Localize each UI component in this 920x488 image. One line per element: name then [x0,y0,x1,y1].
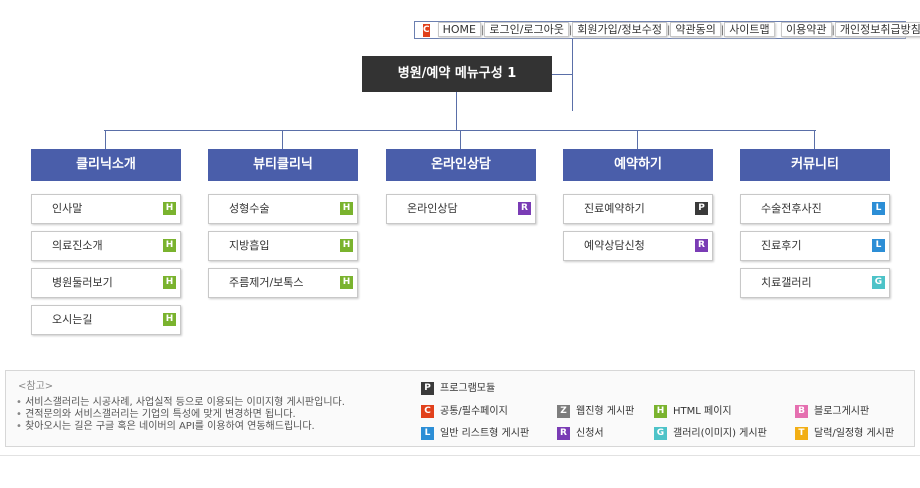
menu-item[interactable]: 수술전후사진 L [740,194,890,224]
legend-badge: H [654,404,667,418]
page-type-badge: H [163,276,176,289]
top-nav-link[interactable]: 약관동의 [670,21,721,37]
menu-item-label: 주름제거/보톡스 [229,276,304,289]
legend-badge: G [654,426,667,440]
common-page-badge: C [423,23,430,37]
connector-line [456,92,457,130]
menu-item[interactable]: 지방흡입 H [208,231,358,261]
menu-item[interactable]: 진료예약하기 P [563,194,713,224]
page-type-badge: P [695,202,708,215]
page-type-badge: L [872,239,885,252]
menu-item-label: 오시는길 [52,313,93,326]
legend-badge: L [421,426,434,440]
menu-item[interactable]: 인사말 H [31,194,181,224]
category-header[interactable]: 예약하기 [563,149,713,181]
category-header[interactable]: 온라인상담 [386,149,536,181]
legend-label: 신청서 [576,428,604,439]
menu-item[interactable]: 온라인상담 R [386,194,536,224]
notes-heading: <참고> [18,381,54,392]
category-header[interactable]: 클리닉소개 [31,149,181,181]
menu-item[interactable]: 병원둘러보기 H [31,268,181,298]
menu-item-label: 수술전후사진 [761,202,822,215]
connector-line [552,74,572,75]
legend-label: 일반 리스트형 게시판 [440,428,530,439]
menu-item-label: 성형수술 [229,202,270,215]
connector-line [105,130,106,149]
top-nav-link[interactable]: HOME [437,21,481,37]
page-type-badge: G [872,276,885,289]
notes-list: 서비스갤러리는 시공사례, 사업실적 등으로 이용되는 이미지형 게시판입니다.… [16,397,345,433]
top-nav-link[interactable]: 이용약관 [781,21,832,37]
menu-item[interactable]: 오시는길 H [31,305,181,335]
menu-item[interactable]: 성형수술 H [208,194,358,224]
note-line: 견적문의와 서비스갤러리는 기업의 특성에 맞게 변경하면 됩니다. [16,409,345,421]
page-type-badge: L [872,202,885,215]
legend-label: 갤러리(이미지) 게시판 [673,428,767,439]
category-header[interactable]: 뷰티클리닉 [208,149,358,181]
legend-label: HTML 페이지 [673,406,732,417]
top-nav-link[interactable]: 개인정보취급방침 [834,21,920,37]
page-type-badge: H [340,276,353,289]
menu-item-label: 치료갤러리 [761,276,812,289]
legend-badge: P [421,381,434,395]
top-nav-link[interactable]: 사이트맵 [724,21,775,37]
legend-badge: Z [557,404,570,418]
menu-item[interactable]: 의료진소개 H [31,231,181,261]
legend-label: 공통/필수페이지 [440,406,508,417]
legend-label: 프로그램모듈 [440,383,496,394]
menu-item[interactable]: 치료갤러리 G [740,268,890,298]
top-nav-link[interactable]: 회원가입/정보수정 [572,21,667,37]
connector-line [814,130,815,149]
menu-item-label: 의료진소개 [52,239,103,252]
note-line: 서비스갤러리는 시공사례, 사업실적 등으로 이용되는 이미지형 게시판입니다. [16,397,345,409]
menu-item-label: 예약상담신청 [584,239,645,252]
page-type-badge: R [695,239,708,252]
legend-label: 달력/일정형 게시판 [814,428,895,439]
connector-line [637,130,638,149]
page-type-badge: H [163,239,176,252]
top-nav-link[interactable]: 로그인/로그아웃 [484,21,569,37]
page-type-badge: H [163,202,176,215]
divider [0,455,920,456]
menu-item-label: 지방흡입 [229,239,270,252]
legend-entry: H HTML 페이지 [654,402,732,418]
legend-badge: B [795,404,808,418]
legend-label: 블로그게시판 [814,406,870,417]
top-nav-bar: C HOME | 로그인/로그아웃 | 회원가입/정보수정 | 약관동의 | 사이트맵 이용약관… [414,21,920,39]
legend-entry: L 일반 리스트형 게시판 [421,424,529,440]
note-line: 찾아오시는 길은 구글 혹은 네이버의 API를 이용하여 연동해드립니다. [16,421,345,433]
legend-entry: C 공통/필수페이지 [421,402,508,418]
page-type-badge: H [340,202,353,215]
top-nav-links: HOME | 로그인/로그아웃 | 회원가입/정보수정 | 약관동의 | 사이트맵 이용약관 | 개… [437,21,920,40]
category-header[interactable]: 커뮤니티 [740,149,890,181]
page-type-badge: R [518,202,531,215]
connector-line [572,39,573,111]
page-type-badge: H [340,239,353,252]
legend-entry: B 블로그게시판 [795,402,869,418]
menu-item[interactable]: 주름제거/보톡스 H [208,268,358,298]
legend-entry: R 신청서 [557,424,604,440]
menu-item[interactable]: 예약상담신청 R [563,231,713,261]
diagram-title: 병원/예약 메뉴구성 1 [362,56,552,92]
menu-item-label: 진료예약하기 [584,202,645,215]
legend-label: 웹진형 게시판 [576,406,635,417]
legend-entry: G 갤러리(이미지) 게시판 [654,424,767,440]
legend-entry: Z 웹진형 게시판 [557,402,634,418]
legend-badge: T [795,426,808,440]
menu-item[interactable]: 진료후기 L [740,231,890,261]
page-type-badge: H [163,313,176,326]
legend-badge: R [557,426,570,440]
menu-item-label: 인사말 [52,202,83,215]
menu-item-label: 진료후기 [761,239,802,252]
menu-item-label: 병원둘러보기 [52,276,113,289]
legend-badge: C [421,404,434,418]
legend-entry: P 프로그램모듈 [421,379,495,395]
menu-item-label: 온라인상담 [407,202,458,215]
connector-line [460,130,461,149]
legend-entry: T 달력/일정형 게시판 [795,424,894,440]
connector-line [282,130,283,149]
